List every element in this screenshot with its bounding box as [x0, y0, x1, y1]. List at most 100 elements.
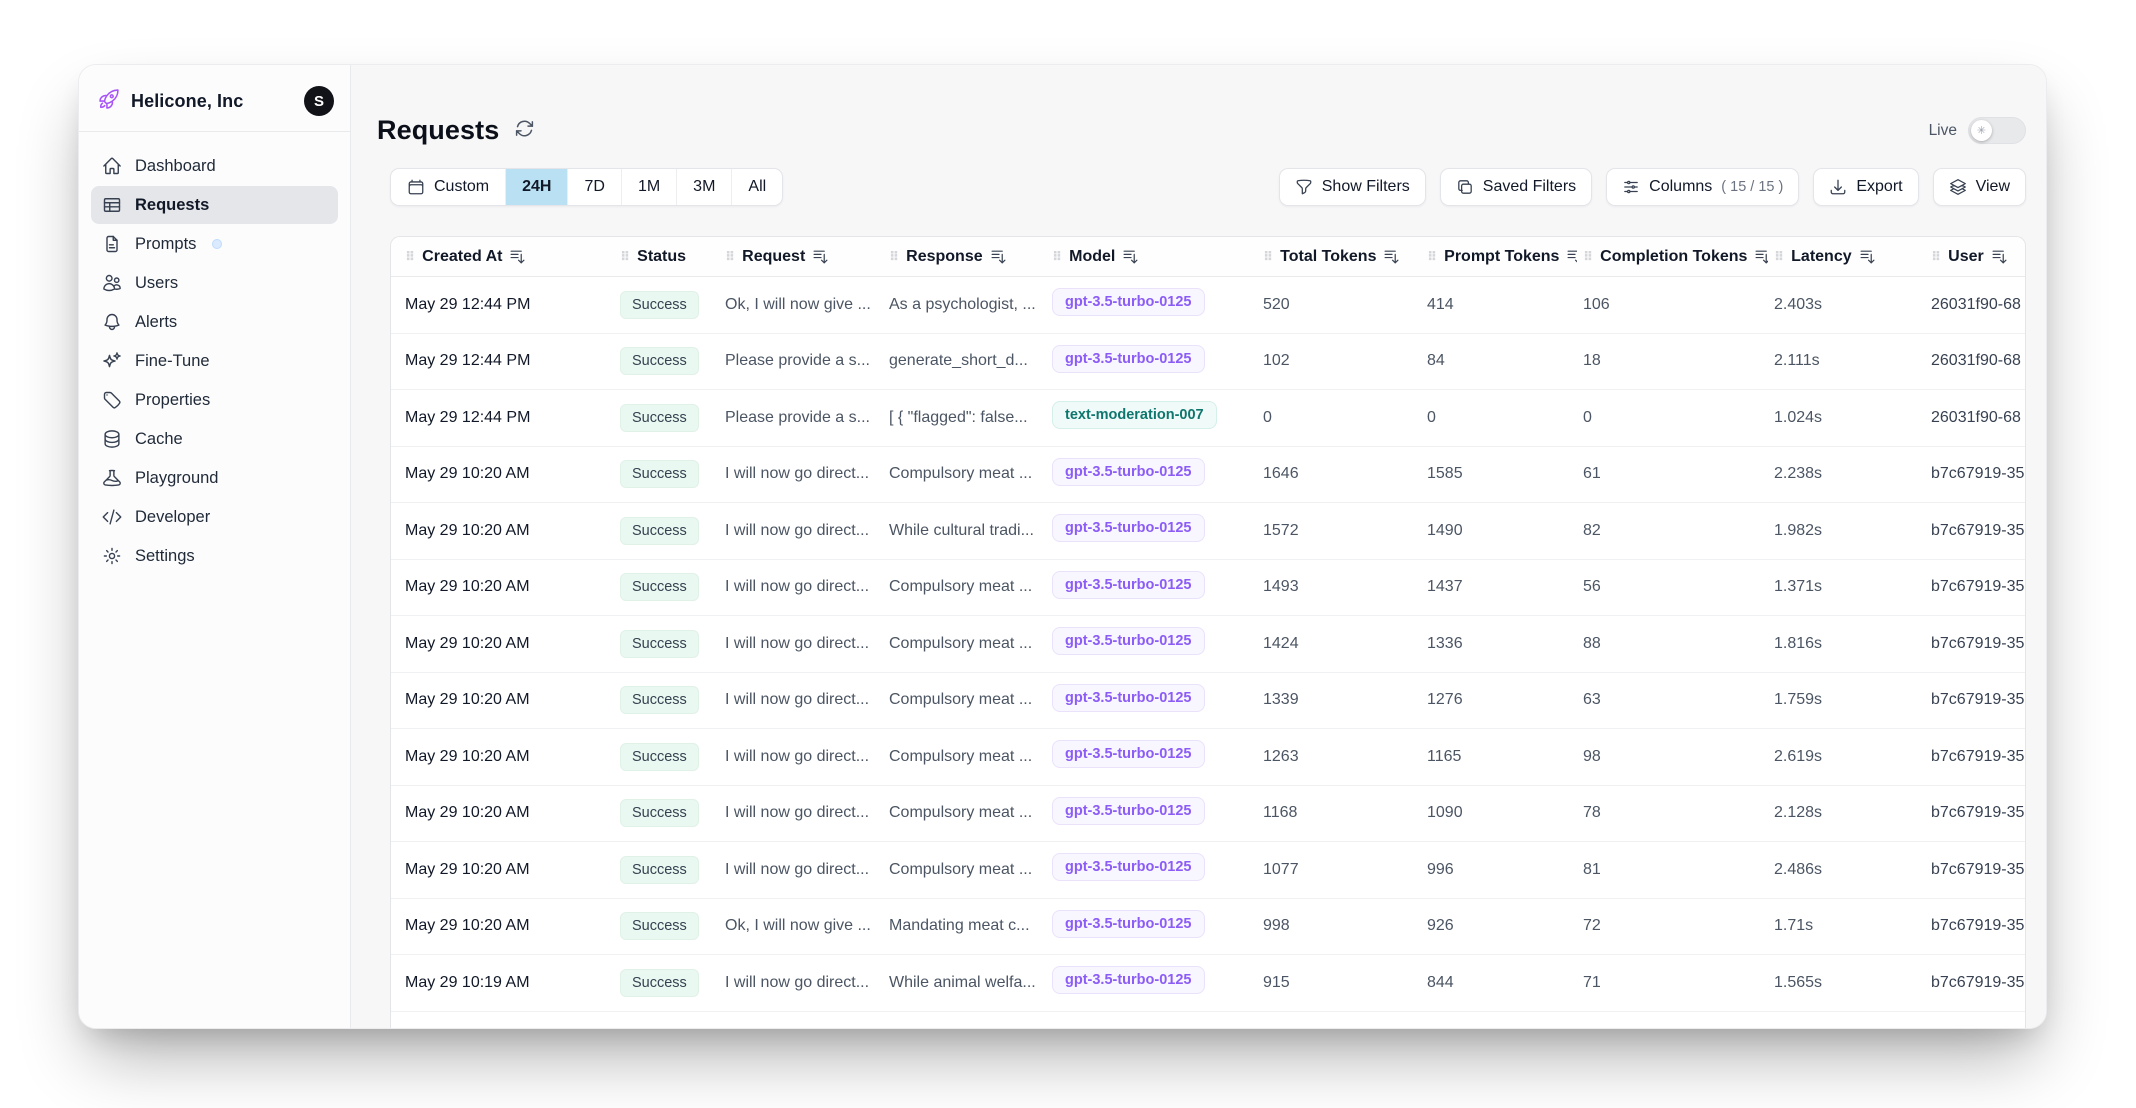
saved-filters-button[interactable]: Saved Filters: [1440, 168, 1592, 206]
sidebar-item-playground[interactable]: Playground: [91, 459, 338, 497]
refresh-button[interactable]: [514, 118, 535, 144]
time-filter-1m[interactable]: 1M: [621, 169, 676, 205]
sidebar-item-label: Playground: [135, 469, 218, 488]
time-filter-24h[interactable]: 24H: [505, 169, 567, 205]
sidebar-item-settings[interactable]: Settings: [91, 537, 338, 575]
org-switcher[interactable]: Helicone, Inc S: [79, 65, 350, 131]
cell-response: Mandating meat c...: [883, 917, 1046, 935]
table-row[interactable]: May 29 10:20 AMSuccessI will now go dire…: [391, 503, 2025, 560]
time-filter-custom-label: Custom: [434, 178, 489, 196]
live-toggle[interactable]: ✳: [1968, 117, 2026, 144]
drag-handle-icon[interactable]: ⠿: [1427, 250, 1437, 263]
cell-latency: 2.238s: [1768, 465, 1925, 483]
table-row[interactable]: May 29 10:20 AMSuccessI will now go dire…: [391, 729, 2025, 786]
sort-button[interactable]: [1566, 248, 1577, 265]
cell-status: Success: [614, 460, 719, 488]
drag-handle-icon[interactable]: ⠿: [620, 250, 630, 263]
sort-button[interactable]: [1754, 248, 1768, 265]
column-header-latency[interactable]: ⠿ Latency: [1768, 248, 1925, 266]
cell-completion-tokens: 78: [1577, 804, 1768, 822]
drag-handle-icon[interactable]: ⠿: [1931, 250, 1941, 263]
sidebar-item-fine-tune[interactable]: Fine-Tune: [91, 342, 338, 380]
avatar[interactable]: S: [304, 86, 334, 116]
time-filter-all[interactable]: All: [731, 169, 782, 205]
column-label: Request: [742, 248, 805, 266]
table-row[interactable]: May 29 10:20 AMSuccessI will now go dire…: [391, 616, 2025, 673]
sort-button[interactable]: [1991, 248, 2008, 265]
column-header-completion-tokens[interactable]: ⠿Completion Tokens: [1577, 248, 1768, 266]
sidebar-item-prompts[interactable]: Prompts: [91, 225, 338, 263]
sort-button[interactable]: [1383, 248, 1400, 265]
table-row[interactable]: May 29 10:20 AMSuccessI will now go dire…: [391, 786, 2025, 843]
table-row[interactable]: May 29 12:44 PMSuccessPlease provide a s…: [391, 390, 2025, 447]
time-filter-3m[interactable]: 3M: [676, 169, 731, 205]
sidebar-item-cache[interactable]: Cache: [91, 420, 338, 458]
table-row[interactable]: May 29 12:44 PMSuccessPlease provide a s…: [391, 334, 2025, 391]
tag-icon: [102, 390, 122, 410]
time-filter-custom[interactable]: Custom: [391, 169, 505, 205]
cell-completion-tokens: 106: [1577, 296, 1768, 314]
drag-handle-icon[interactable]: ⠿: [1774, 250, 1784, 263]
cell-response: While animal welfa...: [883, 974, 1046, 992]
cell-completion-tokens: 71: [1577, 974, 1768, 992]
sidebar-item-dashboard[interactable]: Dashboard: [91, 147, 338, 185]
column-header-user[interactable]: ⠿ User: [1925, 248, 2025, 266]
sidebar-item-alerts[interactable]: Alerts: [91, 303, 338, 341]
column-header-response[interactable]: ⠿Response: [883, 248, 1046, 266]
column-label: Latency: [1791, 248, 1851, 266]
main-content: Requests Live ✳ Custom24H7D1M3MAll Show …: [351, 65, 2046, 1028]
download-icon: [1829, 178, 1847, 196]
sidebar-item-properties[interactable]: Properties: [91, 381, 338, 419]
drag-handle-icon[interactable]: ⠿: [889, 250, 899, 263]
model-badge: gpt-3.5-turbo-0125: [1052, 514, 1205, 542]
sort-button[interactable]: [509, 248, 526, 265]
table-row[interactable]: May 29 12:44 PMSuccessOk, I will now giv…: [391, 277, 2025, 334]
table-row[interactable]: May 29 10:20 AMSuccessI will now go dire…: [391, 842, 2025, 899]
sort-button[interactable]: [990, 248, 1007, 265]
table-row[interactable]: May 29 10:20 AMSuccessI will now go dire…: [391, 447, 2025, 504]
export-button[interactable]: Export: [1813, 168, 1918, 206]
sidebar-item-requests[interactable]: Requests: [91, 186, 338, 224]
drag-handle-icon[interactable]: ⠿: [725, 250, 735, 263]
view-button[interactable]: View: [1933, 168, 2026, 206]
column-header-request[interactable]: ⠿ Request: [719, 248, 883, 266]
cell-total-tokens: 915: [1257, 974, 1421, 992]
cell-request: I will now go direct...: [719, 578, 883, 596]
button-label: Export: [1856, 178, 1902, 196]
table-row[interactable]: May 29 10:20 AMSuccessI will now go dire…: [391, 560, 2025, 617]
column-header-model[interactable]: ⠿Model: [1046, 248, 1257, 266]
app-window: Helicone, Inc S DashboardRequestsPrompts…: [78, 64, 2047, 1029]
sidebar-item-developer[interactable]: Developer: [91, 498, 338, 536]
column-header-prompt-tokens[interactable]: ⠿Prompt Tokens: [1421, 248, 1577, 266]
cell-request: Ok, I will now give ...: [719, 296, 883, 314]
button-label: Saved Filters: [1483, 178, 1576, 196]
sort-button[interactable]: [1859, 248, 1876, 265]
table-row[interactable]: May 29 10:20 AMSuccessOk, I will now giv…: [391, 899, 2025, 956]
column-header-status[interactable]: ⠿Status: [614, 248, 719, 266]
sort-button[interactable]: [812, 248, 829, 265]
live-toggle-knob: ✳: [1971, 120, 1992, 141]
cell-user: b7c67919-35: [1925, 861, 2025, 879]
drag-handle-icon[interactable]: ⠿: [1263, 250, 1273, 263]
column-label: User: [1948, 248, 1984, 266]
sort-desc-icon: [1566, 248, 1577, 265]
model-badge: gpt-3.5-turbo-0125: [1052, 684, 1205, 712]
cell-prompt-tokens: 1336: [1421, 635, 1577, 653]
cell-model: gpt-3.5-turbo-0125: [1046, 684, 1257, 717]
drag-handle-icon[interactable]: ⠿: [1583, 250, 1593, 263]
table-row[interactable]: May 29 10:20 AMSuccessI will now go dire…: [391, 673, 2025, 730]
sidebar: Helicone, Inc S DashboardRequestsPrompts…: [79, 65, 351, 1028]
show-filters-button[interactable]: Show Filters: [1279, 168, 1426, 206]
new-feature-badge: [212, 239, 222, 249]
column-header-created-at[interactable]: ⠿Created At: [399, 248, 614, 266]
cell-status: Success: [614, 912, 719, 940]
time-filter-7d[interactable]: 7D: [567, 169, 620, 205]
columns-button[interactable]: Columns( 15 / 15 ): [1606, 168, 1799, 206]
sort-button[interactable]: [1122, 248, 1139, 265]
column-header-total-tokens[interactable]: ⠿Total Tokens: [1257, 248, 1421, 266]
cell-model: text-moderation-007: [1046, 401, 1257, 434]
drag-handle-icon[interactable]: ⠿: [405, 250, 415, 263]
drag-handle-icon[interactable]: ⠿: [1052, 250, 1062, 263]
sidebar-item-users[interactable]: Users: [91, 264, 338, 302]
table-row[interactable]: May 29 10:19 AMSuccessI will now go dire…: [391, 955, 2025, 1012]
